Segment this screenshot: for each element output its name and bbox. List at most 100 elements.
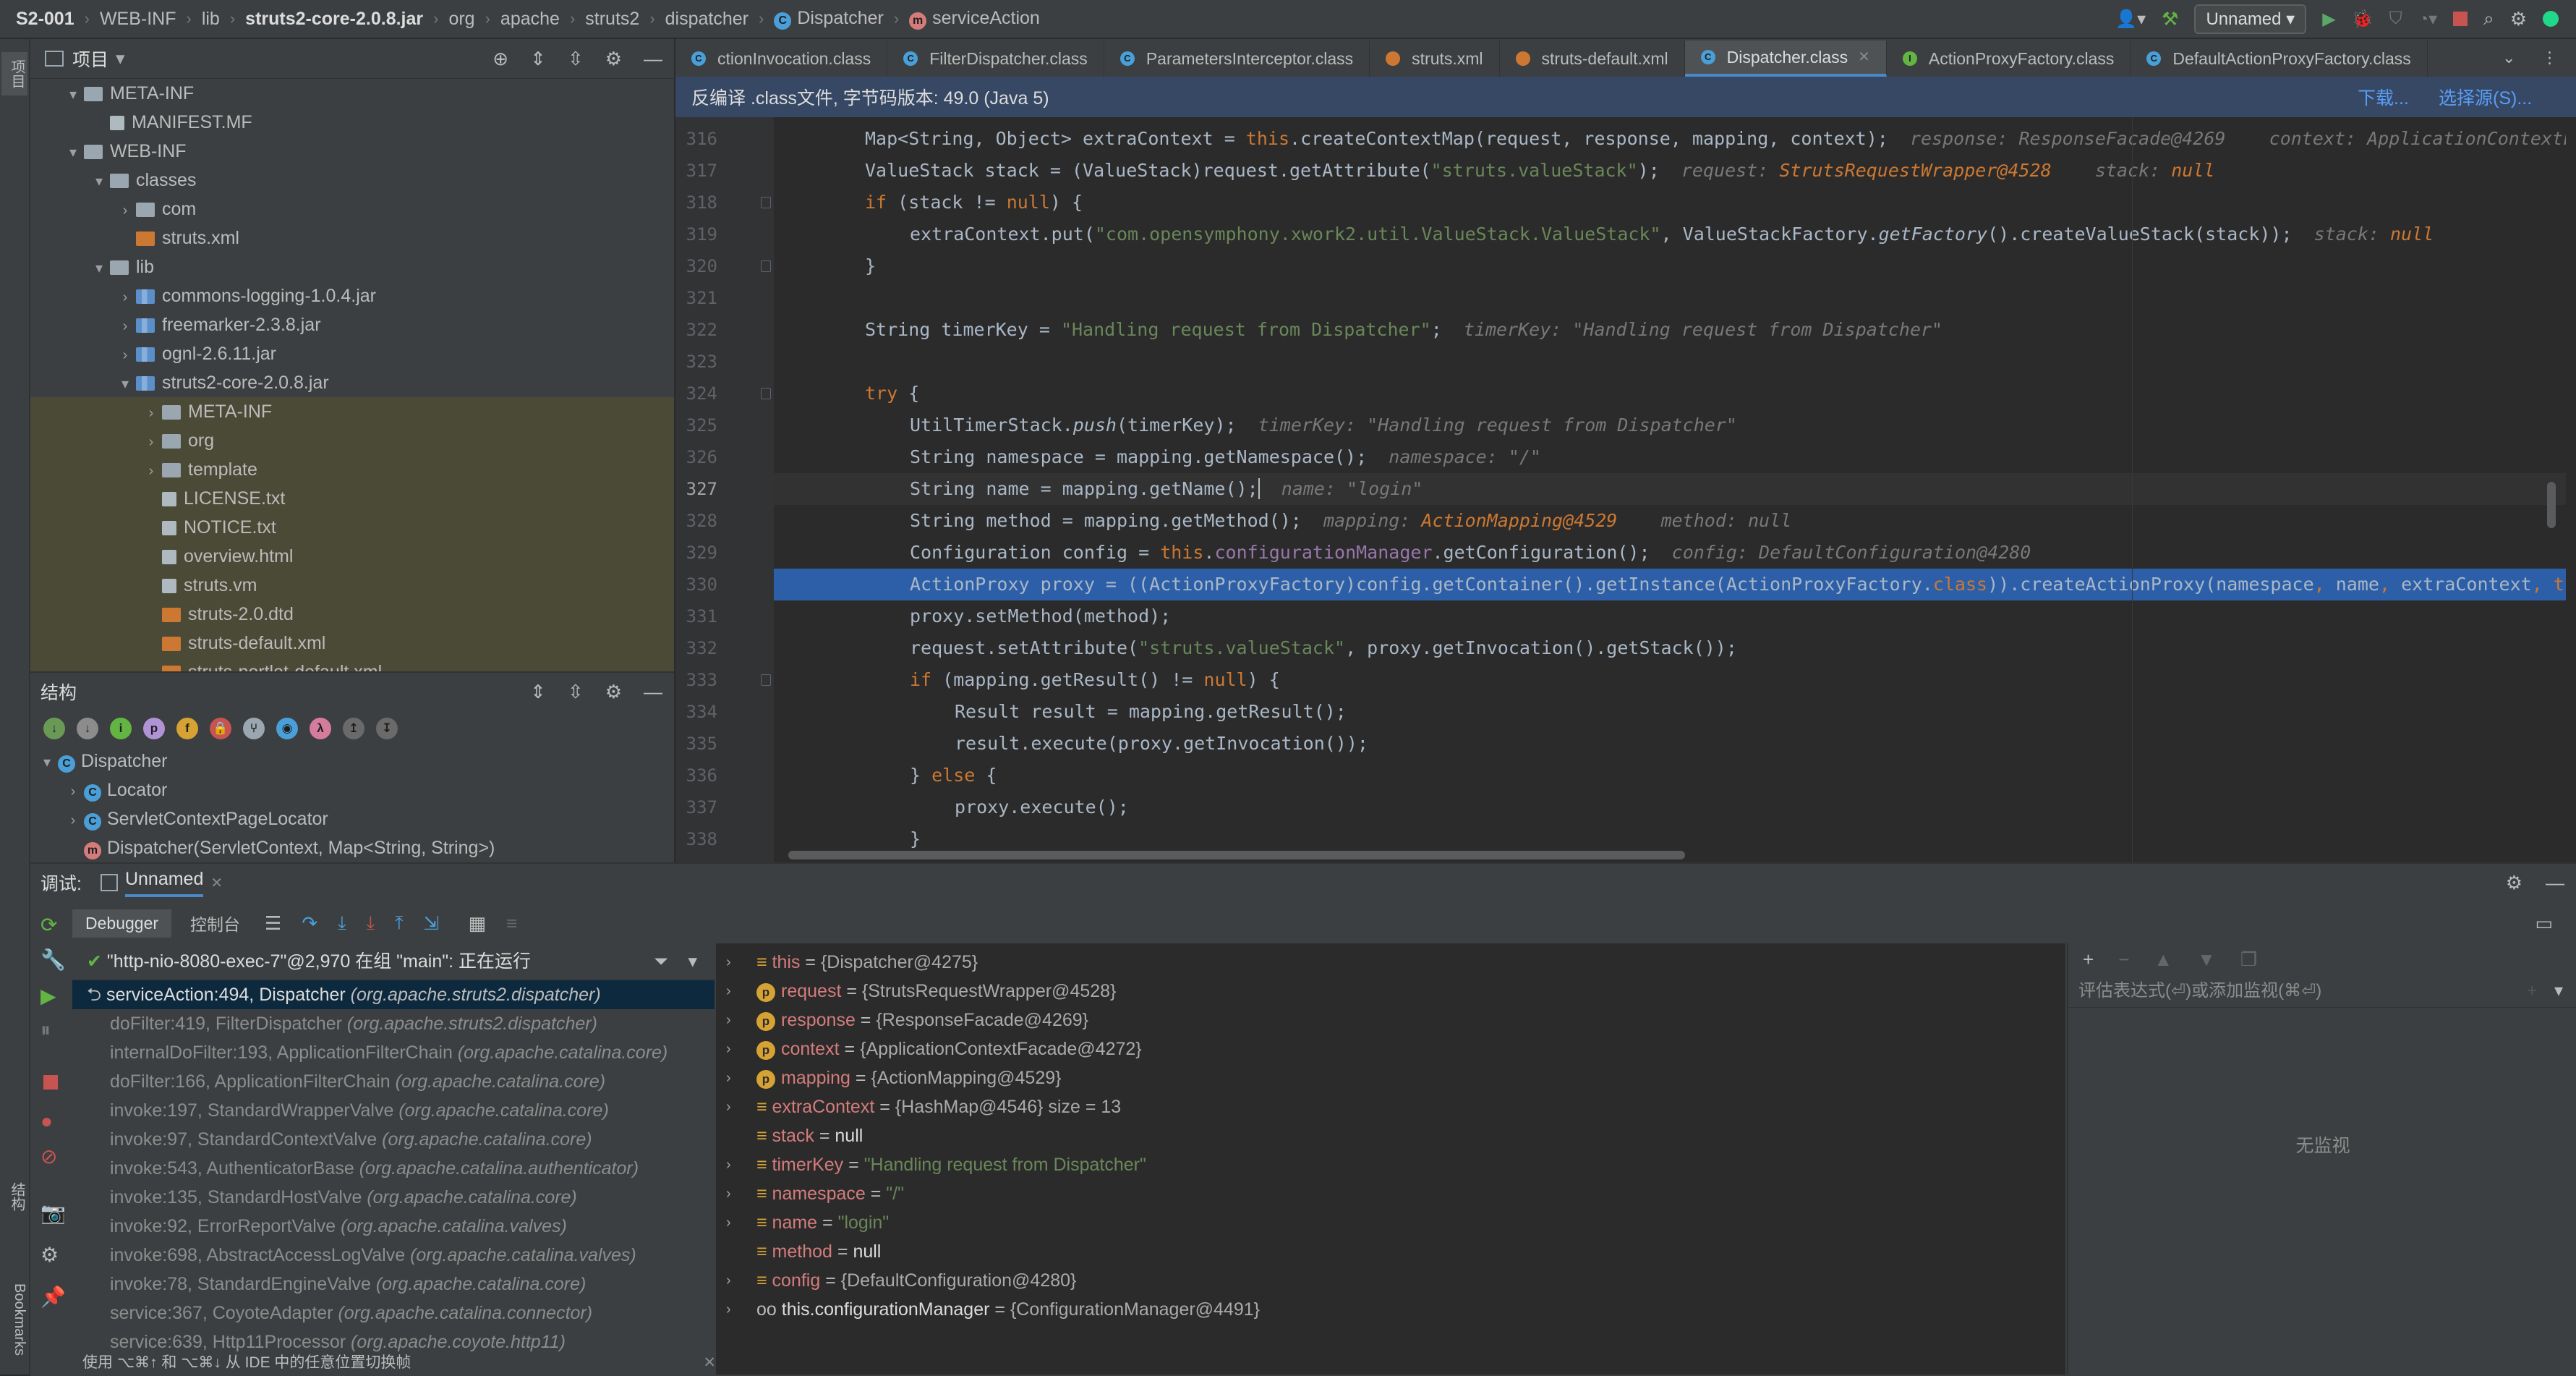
stop-icon[interactable] [43,1075,58,1090]
close-tab-icon[interactable]: ✕ [1858,39,1870,75]
chevron-right-icon[interactable]: › [62,806,84,835]
chevron-right-icon[interactable]: › [726,1295,731,1324]
stack-frame[interactable]: invoke:135, StandardHostValve (org.apach… [72,1183,715,1212]
hide-icon[interactable]: — [644,681,662,703]
debugger-tab[interactable]: Debugger [72,909,172,938]
move-up-icon[interactable]: ▲ [2154,948,2172,971]
variable-row[interactable]: › ≡ name = "login" [716,1208,2065,1237]
debug-bug-icon[interactable]: 🐞 [2352,9,2374,30]
structure-node[interactable]: ▾ C Dispatcher [30,747,674,776]
pause-icon[interactable]: ⏸ [40,1019,51,1042]
stack-frame[interactable]: invoke:92, ErrorReportValve (org.apache.… [72,1212,715,1241]
session-tab[interactable]: Unnamed [124,869,204,897]
editor-vertical-scrollbar[interactable] [2547,482,2556,528]
hide-icon[interactable]: — [2546,872,2564,894]
fold-marker-icon[interactable] [761,674,771,686]
tree-node[interactable]: › com [30,195,674,224]
tree-node[interactable]: ▾ classes [30,166,674,195]
editor-tab[interactable]: C FilterDispatcher.class [887,41,1104,77]
stop-icon[interactable] [2453,12,2468,26]
code-line[interactable]: } [774,250,2566,282]
code-line[interactable]: Map<String, Object> extraContext = this.… [774,123,2566,155]
stack-frame[interactable]: invoke:543, AuthenticatorBase (org.apach… [72,1154,715,1183]
menu-lines-icon[interactable]: ☰ [265,912,281,935]
sort-visibility-icon[interactable]: ↓ [77,718,98,739]
stack-frame[interactable]: service:367, CoyoteAdapter (org.apache.c… [72,1299,715,1328]
editor-tab[interactable]: C ParametersInterceptor.class [1104,41,1370,77]
code-line[interactable]: request.setAttribute("struts.valueStack"… [774,632,2566,664]
chevron-right-icon[interactable]: › [726,948,731,977]
chevron-right-icon[interactable]: › [726,1063,731,1092]
variable-row[interactable]: ≡ method = null [716,1237,2065,1266]
chevron-down-icon[interactable]: ▾ [62,80,84,109]
gear-icon[interactable]: ⚙ [40,1243,59,1267]
collapse-all-icon[interactable]: ⇳ [568,681,584,703]
chevron-down-icon[interactable]: ▾ [116,48,125,69]
build-hammer-icon[interactable]: ⚒ [2162,8,2178,30]
show-non-public-icon[interactable]: 🔒 [210,718,231,739]
variable-row[interactable]: › p response = {ResponseFacade@4269} [716,1006,2065,1035]
autoscroll-to-source-icon[interactable]: ↥ [343,718,364,739]
stack-frame[interactable]: internalDoFilter:193, ApplicationFilterC… [72,1038,715,1067]
bookmarks-tool-tab[interactable]: Bookmarks [1,1269,27,1370]
chevron-right-icon[interactable]: › [726,1150,731,1179]
force-step-into-icon[interactable]: ⤓ [367,912,375,935]
code-editor[interactable]: Map<String, Object> extraContext = this.… [774,117,2566,862]
profile-icon[interactable]: ◔▾ [2418,9,2438,30]
pin-icon[interactable]: 📌 [40,1285,66,1309]
stack-frame[interactable]: invoke:97, StandardContextValve (org.apa… [72,1125,715,1154]
thread-selector[interactable]: ✔ "http-nio-8080-exec-7"@2,970 在组 "main"… [72,943,715,980]
breadcrumb-item[interactable]: struts2-core-2.0.8.jar [245,9,423,30]
chevron-down-icon[interactable]: ▾ [114,370,136,399]
tree-node[interactable]: ▾ WEB-INF [30,137,674,166]
code-line[interactable]: proxy.execute(); [774,791,2566,823]
code-line[interactable]: Result result = mapping.getResult(); [774,696,2566,728]
code-line[interactable]: ValueStack stack = (ValueStack)request.g… [774,155,2566,187]
step-out-icon[interactable]: ⤒ [395,912,404,935]
show-fields-icon[interactable]: f [176,718,198,739]
code-line[interactable]: if (stack != null) { [774,187,2566,218]
tree-node[interactable]: › freemarker-2.3.8.jar [30,310,674,339]
evaluate-expression-field[interactable]: 评估表达式(⏎)或添加监视(⌘⏎) + ▾ [2068,975,2576,1008]
variable-row[interactable]: › p request = {StrutsRequestWrapper@4528} [716,977,2065,1006]
project-tool-tab[interactable]: 项目 [1,52,27,95]
variable-row[interactable]: › p mapping = {ActionMapping@4529} [716,1063,2065,1092]
stack-frame[interactable]: doFilter:166, ApplicationFilterChain (or… [72,1067,715,1096]
wrench-icon[interactable]: 🔧 [40,948,66,972]
structure-tool-tab[interactable]: 结构 [1,1168,27,1226]
choose-sources-link[interactable]: 选择源(S)... [2439,84,2532,110]
move-down-icon[interactable]: ▼ [2197,948,2216,971]
step-into-icon[interactable]: ⤓ [338,912,346,935]
code-line[interactable]: String method = mapping.getMethod(); map… [774,505,2566,537]
layout-icon[interactable]: ▭ [2535,912,2553,935]
editor-tab[interactable]: C DefaultActionProxyFactory.class [2131,41,2428,77]
console-tab[interactable]: 控制台 [177,906,253,940]
settings-gear-icon[interactable]: ⚙ [2510,8,2527,30]
tree-node[interactable]: › org [30,426,674,455]
tree-node[interactable]: struts-2.0.dtd [30,600,674,629]
show-lambda-icon[interactable]: λ [310,718,331,739]
chevron-down-icon[interactable]: ▾ [88,254,110,283]
chevron-right-icon[interactable]: › [726,1208,731,1237]
stack-frame[interactable]: ⮌ serviceAction:494, Dispatcher (org.apa… [72,980,715,1009]
chevron-down-icon[interactable]: ▾ [2554,975,2563,1007]
sort-alpha-icon[interactable]: ↓ [43,718,65,739]
chevron-right-icon[interactable]: › [114,196,136,225]
evaluate-icon[interactable]: ▦ [468,912,486,935]
code-line[interactable]: } else { [774,760,2566,791]
chevron-down-icon[interactable]: ▾ [62,138,84,167]
tree-node[interactable]: ▾ struts2-core-2.0.8.jar [30,368,674,397]
code-line[interactable]: proxy.setMethod(method); [774,600,2566,632]
show-inherited-icon[interactable]: i [110,718,132,739]
expand-all-icon[interactable]: ⇕ [530,681,546,703]
user-icon[interactable]: 👤▾ [2115,9,2146,30]
run-config-combo[interactable]: Unnamed ▾ [2194,4,2307,34]
rerun-icon[interactable]: ⟳ [40,913,57,937]
editor-horizontal-scrollbar[interactable] [788,851,1685,859]
add-icon[interactable]: + [2527,975,2537,1007]
variable-row[interactable]: › ≡ timerKey = "Handling request from Dis… [716,1150,2065,1179]
hide-icon[interactable]: — [644,48,662,70]
gear-icon[interactable]: ⚙ [605,681,622,703]
chevron-down-icon[interactable]: ▾ [36,748,58,777]
coverage-icon[interactable]: ⛉ [2389,9,2402,29]
